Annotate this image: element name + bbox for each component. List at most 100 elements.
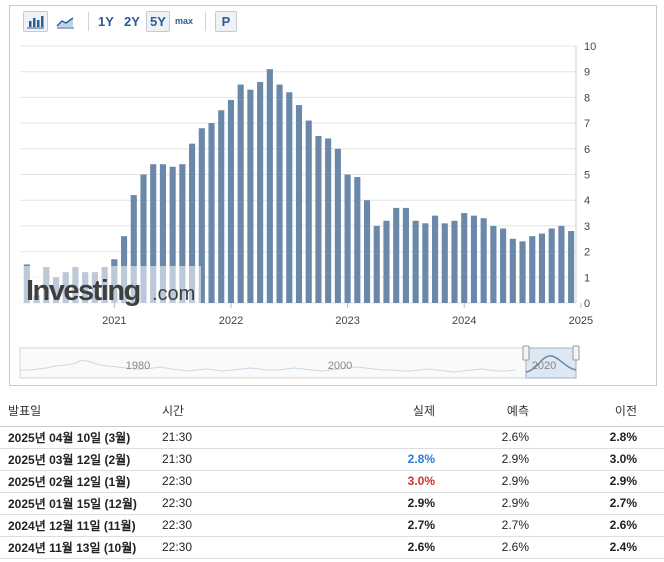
y-tick-label: 9 bbox=[584, 67, 590, 79]
row-time: 22:30 bbox=[154, 470, 334, 493]
chart-bar bbox=[529, 236, 536, 303]
row-previous: 2.6% bbox=[556, 514, 664, 537]
navigator-label: 2000 bbox=[328, 360, 352, 372]
row-previous: 2.8% bbox=[556, 426, 664, 449]
area-chart-button[interactable] bbox=[53, 11, 78, 32]
row-previous: 3.0% bbox=[556, 448, 664, 471]
y-tick-label: 5 bbox=[584, 170, 590, 182]
y-tick-label: 10 bbox=[584, 41, 596, 53]
table-row: 2024년 12월 11일 (11월) 22:30 2.7% 2.7% 2.6% bbox=[0, 514, 664, 537]
y-tick-label: 0 bbox=[584, 298, 590, 310]
chart-bar bbox=[295, 105, 303, 303]
chart-bar bbox=[237, 84, 244, 303]
chart-bar bbox=[538, 233, 546, 303]
table-row: 2025년 03월 12일 (2월) 21:30 2.8% 2.9% 3.0% bbox=[0, 448, 664, 471]
toolbar-separator bbox=[88, 12, 89, 31]
chart-bar bbox=[315, 135, 322, 303]
row-date: 2025년 03월 12일 (2월) bbox=[0, 448, 154, 471]
chart-bar bbox=[373, 225, 380, 303]
chart-bar bbox=[344, 174, 351, 303]
table-row: 2025년 04월 10일 (3월) 21:30 2.6% 2.8% bbox=[0, 426, 664, 449]
row-forecast: 2.9% bbox=[462, 492, 556, 515]
chart-frame: 1Y 2Y 5Y max P Investing .com 0 1 2 3 4 5 6 7 8 9… bbox=[9, 5, 657, 386]
range-max-button[interactable]: max bbox=[172, 11, 196, 32]
chart-bar bbox=[276, 84, 283, 303]
y-tick-label: 7 bbox=[584, 118, 590, 130]
row-forecast: 2.9% bbox=[462, 470, 556, 493]
chart-toolbar: 1Y 2Y 5Y max P bbox=[10, 6, 656, 38]
table-row: 2025년 01월 15일 (12월) 22:30 2.9% 2.9% 2.7% bbox=[0, 492, 664, 515]
chart-bar bbox=[470, 215, 478, 303]
navigator-label: 2020 bbox=[532, 360, 556, 372]
navigator-left-handle[interactable] bbox=[522, 345, 530, 361]
row-date: 2025년 02월 12일 (1월) bbox=[0, 470, 154, 493]
row-actual: 3.0% bbox=[334, 470, 462, 493]
row-time: 22:30 bbox=[154, 514, 334, 537]
range-5y-button[interactable]: 5Y bbox=[146, 11, 170, 32]
row-time: 21:30 bbox=[154, 448, 334, 471]
header-actual[interactable]: 실제 bbox=[334, 395, 462, 427]
navigator-track bbox=[19, 347, 577, 379]
chart-bar bbox=[500, 228, 507, 303]
navigator-right-handle[interactable] bbox=[572, 345, 580, 361]
header-previous[interactable]: 이전 bbox=[556, 395, 664, 427]
row-time: 22:30 bbox=[154, 492, 334, 515]
range-2y-button[interactable]: 2Y bbox=[120, 11, 144, 32]
header-date[interactable]: 발표일 bbox=[0, 395, 154, 427]
x-tick-label: 2021 bbox=[102, 315, 126, 327]
row-date: 2025년 04월 10일 (3월) bbox=[0, 426, 154, 449]
row-actual: 2.9% bbox=[334, 492, 462, 515]
chart-bar bbox=[412, 220, 419, 303]
chart-bar bbox=[432, 215, 439, 303]
p-button[interactable]: P bbox=[215, 11, 237, 32]
bar-chart-plot: Investing .com 0 1 2 3 4 5 6 7 8 9 10 2021 2022 2023… bbox=[19, 41, 596, 379]
chart-bar bbox=[227, 99, 235, 303]
row-actual bbox=[334, 426, 462, 449]
row-date: 2025년 01월 15일 (12월) bbox=[0, 492, 154, 515]
bar-chart-icon bbox=[27, 16, 44, 29]
row-forecast: 2.6% bbox=[462, 536, 556, 559]
y-tick-label: 3 bbox=[584, 221, 590, 233]
chart-bar bbox=[461, 213, 468, 303]
row-previous: 2.9% bbox=[556, 470, 664, 493]
header-time[interactable]: 시간 bbox=[154, 395, 334, 427]
row-previous: 2.4% bbox=[556, 536, 664, 559]
chart-bar bbox=[480, 218, 487, 303]
y-tick-label: 4 bbox=[584, 195, 590, 207]
chart-bar bbox=[334, 148, 341, 303]
table-row: 2024년 11월 13일 (10월) 22:30 2.6% 2.6% 2.4% bbox=[0, 536, 664, 559]
x-tick-label: 2024 bbox=[452, 315, 476, 327]
row-previous: 2.7% bbox=[556, 492, 664, 515]
row-time: 21:30 bbox=[154, 426, 334, 449]
area-chart-icon bbox=[56, 17, 74, 29]
chart-bar bbox=[247, 89, 254, 303]
table-header-row: 발표일 시간 실제 예측 이전 bbox=[0, 395, 664, 427]
row-actual: 2.7% bbox=[334, 514, 462, 537]
chart-bar bbox=[548, 228, 555, 303]
header-forecast[interactable]: 예측 bbox=[462, 395, 556, 427]
row-date: 2024년 12월 11일 (11월) bbox=[0, 514, 154, 537]
y-tick-label: 1 bbox=[584, 272, 590, 284]
chart-bar bbox=[266, 69, 273, 303]
y-tick-label: 6 bbox=[584, 144, 590, 156]
chart-bar bbox=[257, 81, 264, 303]
toolbar-separator bbox=[205, 12, 206, 31]
x-tick-label: 2023 bbox=[335, 315, 359, 327]
range-1y-button[interactable]: 1Y bbox=[94, 11, 118, 32]
chart-bar bbox=[383, 220, 390, 303]
chart-bar bbox=[519, 241, 526, 303]
row-actual: 2.6% bbox=[334, 536, 462, 559]
y-tick-label: 8 bbox=[584, 92, 590, 104]
bar-chart-button[interactable] bbox=[23, 11, 48, 32]
chart-bar bbox=[208, 123, 215, 303]
chart-bar bbox=[451, 220, 458, 303]
navigator-label: 1980 bbox=[126, 360, 150, 372]
x-tick-label: 2025 bbox=[569, 315, 593, 327]
chart-bar bbox=[558, 225, 565, 303]
y-axis: 0 1 2 3 4 5 6 7 8 9 10 bbox=[584, 41, 596, 310]
chart-bar bbox=[422, 223, 429, 303]
navigator[interactable]: 1980 2000 2020 bbox=[19, 345, 580, 379]
chart-bar bbox=[402, 207, 409, 303]
watermark-text: Investing bbox=[26, 275, 140, 307]
row-forecast: 2.7% bbox=[462, 514, 556, 537]
